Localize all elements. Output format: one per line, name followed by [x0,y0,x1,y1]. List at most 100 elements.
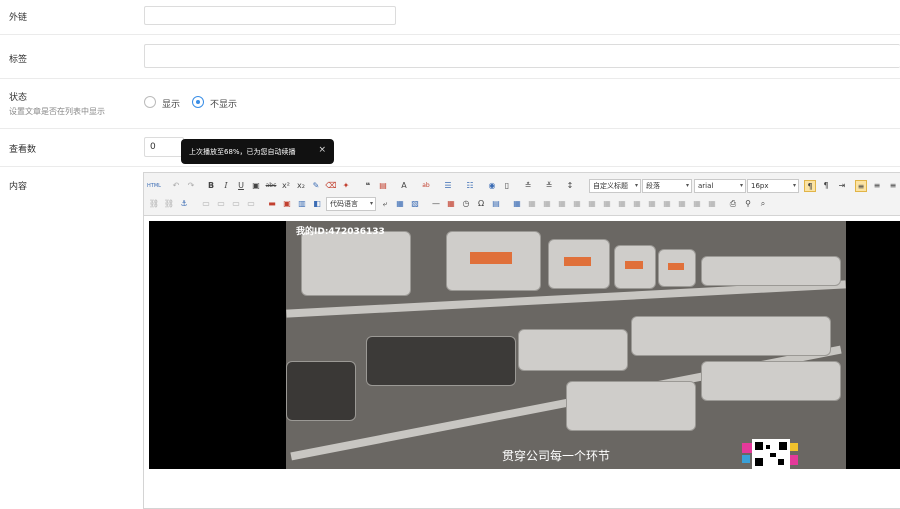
embedded-video[interactable]: 我的ID:472036133 贯穿公司每一个环节 [149,221,900,469]
merge-down-icon[interactable]: ▦ [646,198,658,210]
chevron-down-icon: ▾ [685,182,689,189]
chevron-down-icon: ▾ [792,182,796,189]
image-right-icon[interactable]: ▭ [230,198,242,210]
align-center-icon[interactable]: ≡ [871,180,883,192]
image-center-icon[interactable]: ▭ [245,198,257,210]
html-source-button[interactable]: HTML [147,180,161,192]
special-chars-icon[interactable]: Ω [475,198,487,210]
italic-button[interactable]: I [220,180,232,192]
pot-7 [366,336,516,386]
rich-text-editor[interactable]: HTML ↶ ↷ B I U ▣ abc x² x₂ ✎ ⌫ ✦ ❝ ▤ A a… [143,172,900,509]
external-link-input[interactable] [144,6,396,25]
font-color-button[interactable]: A [398,180,410,192]
code-language-select[interactable]: 代码语言 ▾ [326,197,376,211]
insert-paragraph-before-table-icon[interactable]: ▦ [541,198,553,210]
indent-icon[interactable]: ⇥ [836,180,848,192]
split-rows-icon[interactable]: ▦ [676,198,688,210]
delete-col-icon[interactable]: ▦ [601,198,613,210]
date-icon[interactable]: ▦ [445,198,457,210]
undo-icon[interactable]: ↶ [170,180,182,192]
pot-10 [286,361,356,421]
strikethrough-button[interactable]: abc [265,180,277,192]
insert-table-icon[interactable]: ▦ [511,198,523,210]
image-none-icon[interactable]: ▭ [200,198,212,210]
pot-5 [658,249,696,287]
editor-toolbar: HTML ↶ ↷ B I U ▣ abc x² x₂ ✎ ⌫ ✦ ❝ ▤ A a… [144,173,900,216]
time-icon[interactable]: ◷ [460,198,472,210]
views-row: 查看数 0 [0,129,900,167]
insert-row-icon[interactable]: ▦ [556,198,568,210]
insert-image-icon[interactable]: ▣ [281,198,293,210]
insert-col-icon[interactable]: ▦ [586,198,598,210]
simple-upload-icon[interactable]: ▬ [266,198,278,210]
line-height-icon[interactable]: ↕ [564,180,576,192]
anchor-icon[interactable]: ⚓ [178,198,190,210]
video-watermark: 我的ID:472036133 [296,227,385,237]
views-input[interactable]: 0 [144,137,184,157]
paragraph-value: 段落 [646,182,660,190]
font-border-icon[interactable]: ▣ [250,180,262,192]
direction-ltr-icon[interactable]: ¶ [804,180,816,192]
blockquote-icon[interactable]: ❝ [362,180,374,192]
clear-format-icon[interactable]: ⌫ [325,180,337,192]
subscript-button[interactable]: x₂ [295,180,307,192]
image-left-icon[interactable]: ▭ [215,198,227,210]
align-right-icon[interactable]: ≡ [887,180,899,192]
row-spacing-bottom-icon[interactable]: ≚ [543,180,555,192]
align-left-icon[interactable]: ≡ [855,180,867,192]
row-spacing-top-icon[interactable]: ≛ [522,180,534,192]
status-show-label[interactable]: 显示 [162,97,180,110]
font-size-value: 16px [751,182,769,190]
direction-rtl-icon[interactable]: ¶ [820,180,832,192]
preview-icon[interactable]: ⚲ [742,198,754,210]
status-hide-label[interactable]: 不显示 [210,97,237,110]
split-cells-icon[interactable]: ▦ [661,198,673,210]
format-match-icon[interactable]: ✎ [310,180,322,192]
code-language-value: 代码语言 [330,200,358,208]
pot-3 [548,239,610,289]
paragraph-select[interactable]: 段落 ▾ [642,179,692,193]
ordered-list-icon[interactable]: ☰ [442,180,454,192]
custom-title-select[interactable]: 自定义标题 ▾ [589,179,641,193]
delete-row-icon[interactable]: ▦ [571,198,583,210]
clear-doc-icon[interactable]: ▯ [501,180,513,192]
search-replace-icon[interactable]: ⌕ [757,198,769,210]
insert-frame-icon[interactable]: ◧ [311,198,323,210]
font-family-select[interactable]: arial ▾ [694,179,746,193]
merge-right-icon[interactable]: ▦ [631,198,643,210]
font-size-select[interactable]: 16px ▾ [747,179,799,193]
wordimage-icon[interactable]: ▤ [490,198,502,210]
tags-label: 标签 [9,55,28,65]
bold-button[interactable]: B [205,180,217,192]
link-icon[interactable]: ⛓ [148,198,160,210]
status-hide-radio[interactable] [192,96,204,108]
redo-icon[interactable]: ↷ [185,180,197,192]
unlink-icon[interactable]: ⛓ [163,198,175,210]
tooltip-close-icon[interactable]: × [318,145,326,155]
emotion-icon[interactable]: ▥ [296,198,308,210]
page-break-icon[interactable]: ⤶ [379,198,391,210]
print-icon[interactable]: ⎙ [727,198,739,210]
split-cols-icon[interactable]: ▦ [691,198,703,210]
pot-11 [566,381,696,431]
superscript-button[interactable]: x² [280,180,292,192]
views-value: 0 [150,142,156,152]
merge-cells-icon[interactable]: ▦ [616,198,628,210]
auto-format-icon[interactable]: ✦ [340,180,352,192]
delete-table-icon[interactable]: ▦ [526,198,538,210]
select-all-icon[interactable]: ◉ [486,180,498,192]
font-family-value: arial [698,182,714,190]
table-properties-icon[interactable]: ▦ [706,198,718,210]
pot-8 [518,329,628,371]
tags-input[interactable] [144,44,900,68]
paste-plain-icon[interactable]: ▤ [377,180,389,192]
background-icon[interactable]: ▦ [394,198,406,210]
template-icon[interactable]: ▧ [409,198,421,210]
unordered-list-icon[interactable]: ☷ [464,180,476,192]
horizontal-rule-icon[interactable]: — [430,198,442,210]
highlight-color-button[interactable]: ab [420,180,432,192]
external-link-label: 外链 [9,13,28,23]
tags-row: 标签 [0,35,900,79]
status-show-radio[interactable] [144,96,156,108]
underline-button[interactable]: U [235,180,247,192]
